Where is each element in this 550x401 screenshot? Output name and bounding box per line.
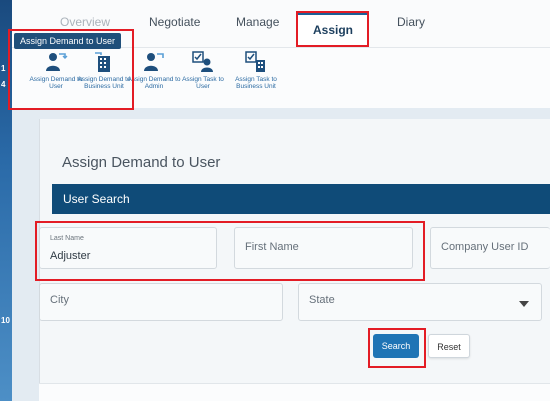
last-name-field[interactable]: Last Name Adjuster <box>39 227 217 269</box>
toolbar-label: Assign Demand to Admin <box>127 76 181 90</box>
task-building-icon <box>245 51 265 72</box>
search-button[interactable]: Search <box>373 334 419 358</box>
first-name-placeholder: First Name <box>245 241 299 253</box>
admin-transfer-icon <box>144 53 164 71</box>
assign-task-to-user-button[interactable]: Assign Task to User <box>175 50 231 90</box>
task-user-icon <box>192 51 213 72</box>
state-placeholder: State <box>309 294 335 306</box>
tab-assign[interactable]: Assign <box>297 12 369 46</box>
city-placeholder: City <box>50 294 69 306</box>
assign-demand-to-business-unit-button[interactable]: Assign Demand to Business Unit <box>76 50 132 90</box>
last-name-value: Adjuster <box>50 250 91 262</box>
page-title: Assign Demand to User <box>62 154 221 171</box>
tooltip: Assign Demand to User <box>14 33 122 49</box>
section-header: User Search <box>52 184 550 214</box>
state-select[interactable]: State <box>298 283 542 321</box>
tab-overview[interactable]: Overview <box>60 15 110 29</box>
assign-demand-to-admin-button[interactable]: Assign Demand to Admin <box>126 50 182 90</box>
left-sidebar-strip: 1 4 10 <box>0 0 12 401</box>
toolbar-label: Assign Task to Business Unit <box>235 76 277 90</box>
last-name-caption: Last Name <box>50 235 84 242</box>
tab-negotiate[interactable]: Negotiate <box>149 15 200 29</box>
assign-task-to-business-unit-button[interactable]: Assign Task to Business Unit <box>228 50 284 90</box>
tab-manage[interactable]: Manage <box>236 15 279 29</box>
reset-button[interactable]: Reset <box>428 334 470 358</box>
building-transfer-icon <box>95 52 110 72</box>
chevron-down-icon <box>519 301 529 307</box>
sidebar-number: 1 <box>1 64 6 73</box>
sidebar-number: 4 <box>1 80 6 89</box>
city-field[interactable]: City <box>39 283 283 321</box>
assign-toolbar: Assign Demand to User Assign Demand to B… <box>12 48 550 108</box>
sidebar-number: 10 <box>1 316 10 325</box>
user-transfer-icon <box>46 53 68 71</box>
tab-diary[interactable]: Diary <box>397 15 425 29</box>
toolbar-label: Assign Task to User <box>182 76 224 90</box>
results-card <box>39 383 550 401</box>
toolbar-label: Assign Demand to Business Unit <box>77 76 131 90</box>
company-user-id-placeholder: Company User ID <box>441 241 529 253</box>
company-user-id-field[interactable]: Company User ID <box>430 227 550 269</box>
first-name-field[interactable]: First Name <box>234 227 413 269</box>
